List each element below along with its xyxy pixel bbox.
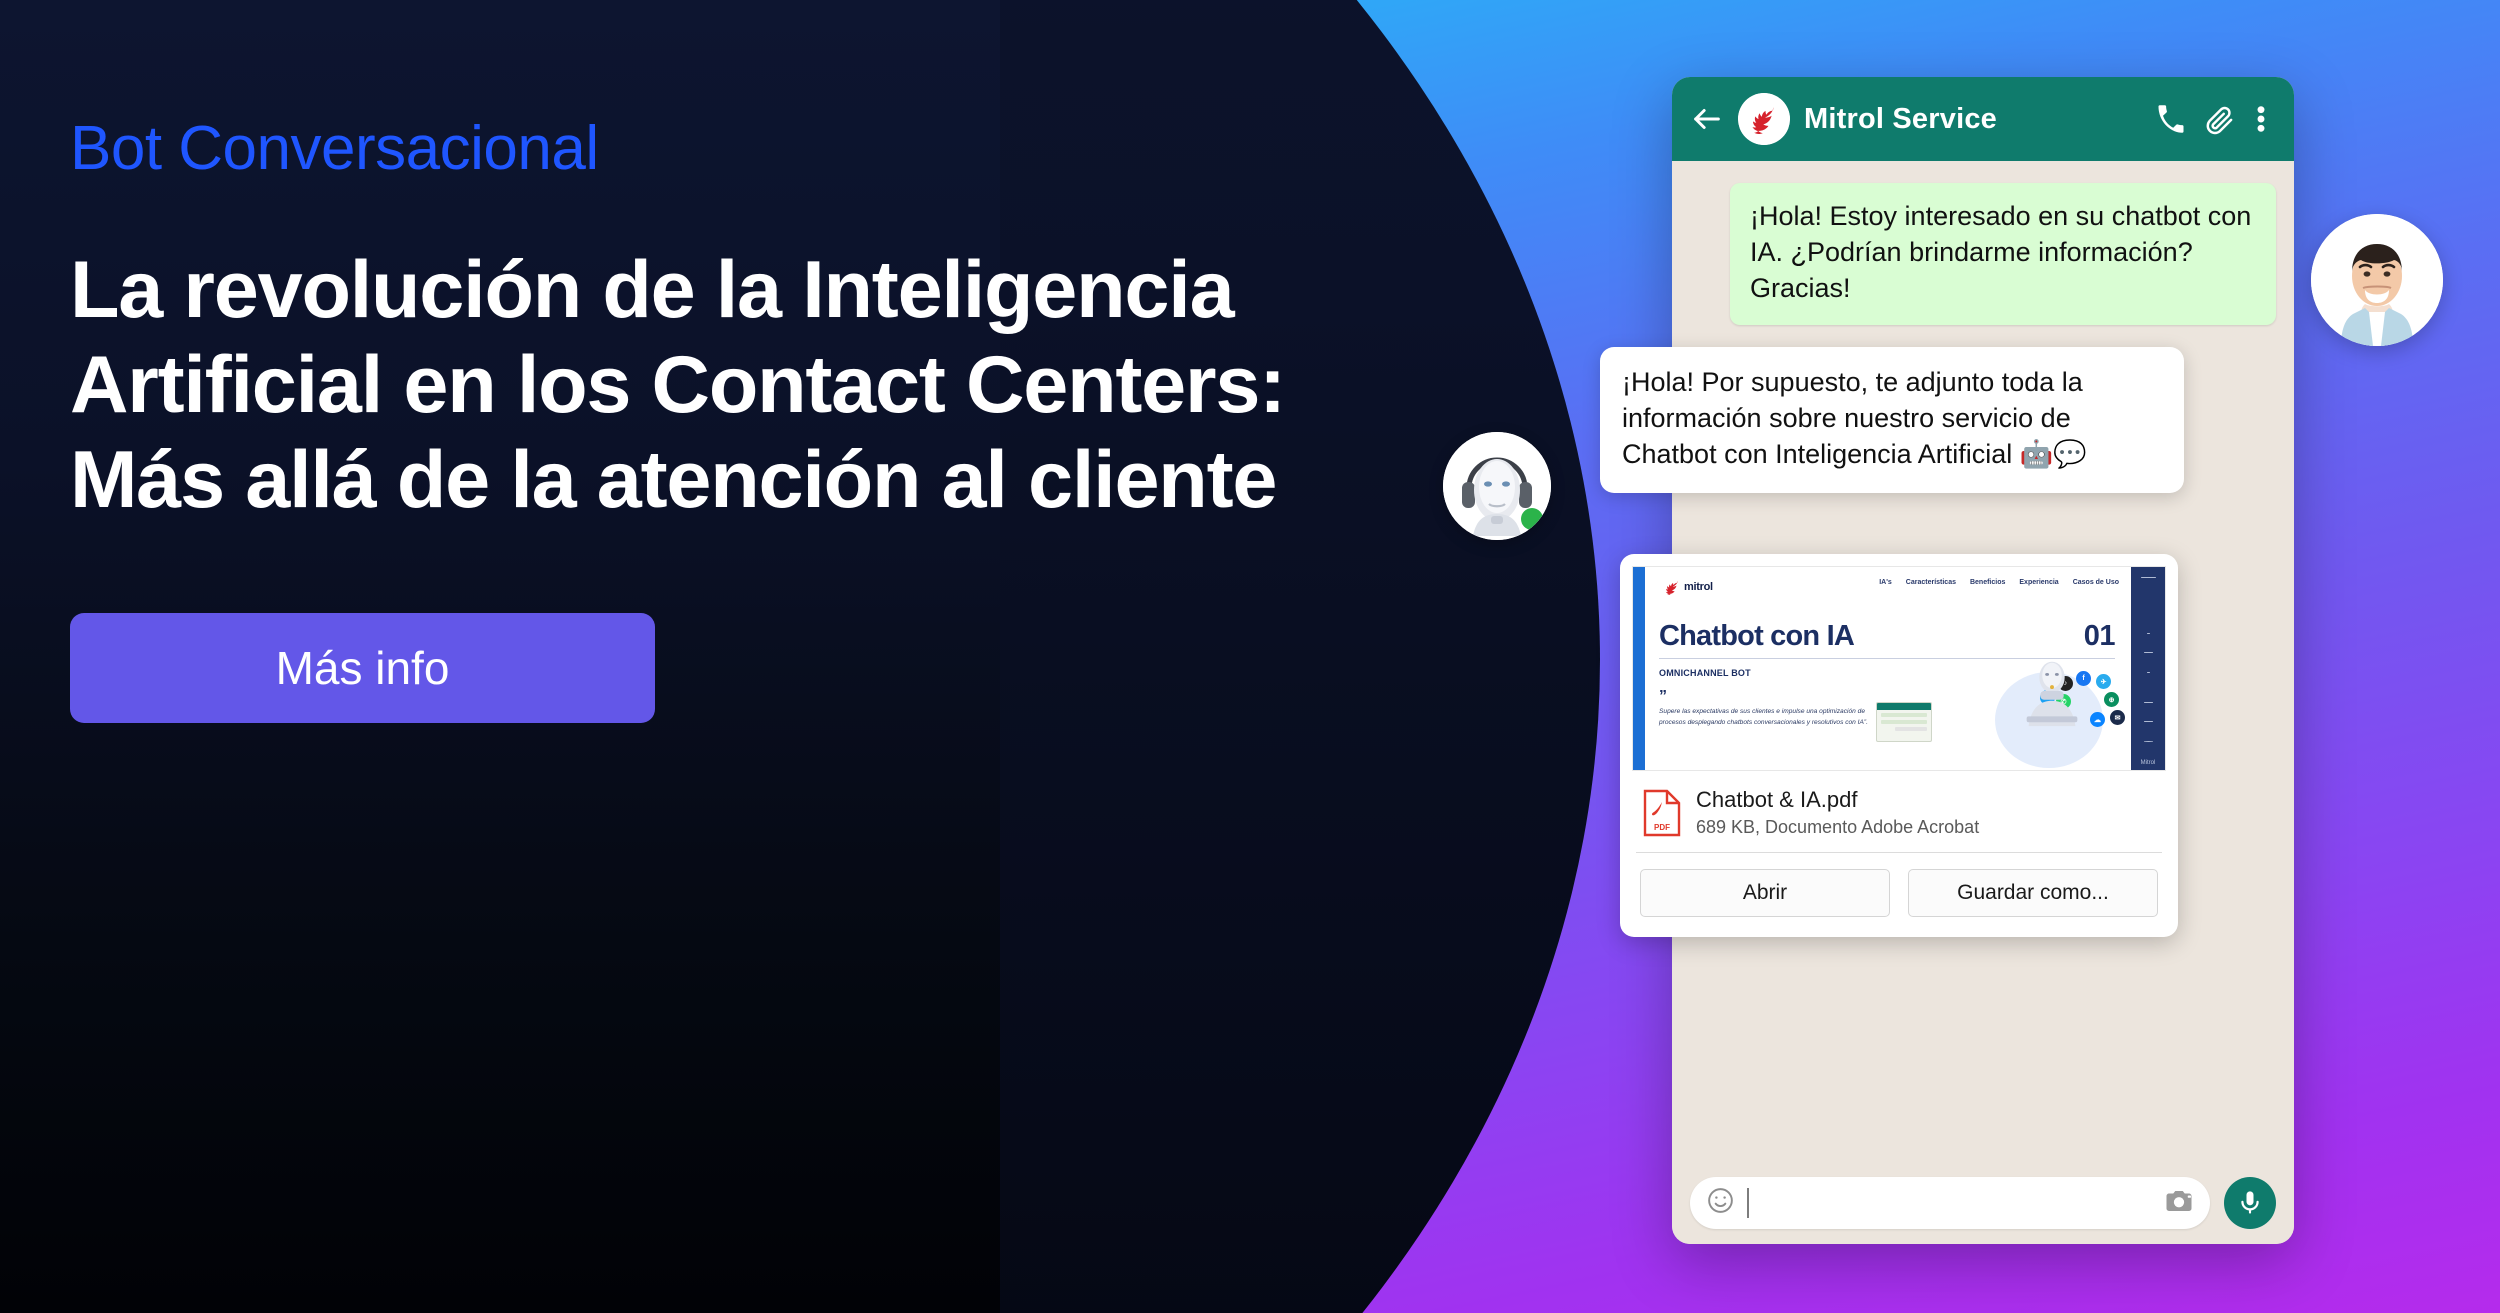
- pdf-quote-mark: ”: [1659, 688, 1667, 706]
- page-title: La revolución de la Inteligencia Artific…: [70, 245, 1286, 525]
- attachment-file-meta: 689 KB, Documento Adobe Acrobat: [1696, 817, 1980, 838]
- pdf-brand-name: mitrol: [1684, 581, 1713, 593]
- pdf-lower-section: OMNICHANNEL BOT ” Supere las expectativa…: [1659, 661, 2125, 768]
- pdf-section-number: 01: [2083, 620, 2116, 652]
- chat-composer-bar: [1672, 1162, 2294, 1244]
- svg-text:PDF: PDF: [1654, 823, 1670, 832]
- attachment-card[interactable]: mitrol IA's Características Beneficios E…: [1620, 554, 2178, 938]
- pdf-kicker: OMNICHANNEL BOT: [1659, 668, 1751, 678]
- toolbar-icon[interactable]: [2143, 701, 2153, 703]
- user-avatar: [2311, 214, 2443, 346]
- pdf-quote-text: Supere las expectativas de sus clientes …: [1659, 708, 1868, 726]
- left-content: Bot Conversacional La revolución de la I…: [70, 114, 1410, 724]
- pdf-nav-item: Beneficios: [1969, 579, 2006, 586]
- pdf-mini-chat-window: [1875, 702, 1932, 742]
- pdf-nav-item: Casos de Uso: [2072, 579, 2119, 586]
- phone-icon[interactable]: [2154, 102, 2188, 136]
- attachment-file-name: Chatbot & IA.pdf: [1696, 787, 1858, 812]
- eyebrow-label: Bot Conversacional: [70, 114, 599, 183]
- microphone-icon[interactable]: [2224, 1177, 2276, 1229]
- pdf-illustration: t ♪ f ✈ ✆ ⊕ ✉ ☁: [1872, 661, 2125, 768]
- chat-message-list: ¡Hola! Estoy interesado en su chatbot co…: [1600, 161, 2294, 1163]
- online-status-dot: [1521, 508, 1543, 530]
- text-caret: [1747, 1188, 1749, 1218]
- save-as-button[interactable]: Guardar como...: [1908, 869, 2158, 918]
- arrow-left-icon[interactable]: [1690, 102, 1724, 136]
- pdf-nav: IA's Características Beneficios Experien…: [1659, 579, 2121, 586]
- more-info-button[interactable]: Más info: [70, 613, 655, 724]
- chat-header: Mitrol Service: [1672, 77, 2294, 161]
- paperclip-icon[interactable]: [2202, 102, 2236, 136]
- toolbar-icon[interactable]: [2146, 671, 2150, 673]
- man-smiling-avatar: [2311, 214, 2443, 346]
- chat-contact-name: Mitrol Service: [1804, 102, 1997, 135]
- pdf-title-row: Chatbot con IA 01: [1659, 620, 2121, 653]
- chat-badge-icon: ☁: [2090, 712, 2105, 727]
- message-input[interactable]: [1747, 1186, 2152, 1220]
- message-bubble-incoming: ¡Hola! Por supuesto, te adjunto toda la …: [1600, 347, 2184, 493]
- whatsapp-toolbar-icon[interactable]: [2143, 740, 2153, 742]
- pdf-nav-item: IA's: [1879, 579, 1892, 586]
- web-badge-icon: ⊕: [2104, 692, 2119, 707]
- pdf-file-icon: PDF: [1643, 789, 1681, 836]
- pdf-side-toolbar: Mitrol: [2131, 567, 2165, 770]
- whatsapp-chat-panel: Mitrol Service ¡Hola! Estoy interesado e…: [1600, 77, 2294, 1244]
- message-bubble-outgoing: ¡Hola! Estoy interesado en su chatbot co…: [1730, 183, 2276, 325]
- toolbar-icon[interactable]: [2146, 632, 2150, 634]
- pdf-accent-bar: [1633, 567, 1645, 770]
- pdf-sidebar-label: Mitrol: [2140, 760, 2156, 767]
- pdf-nav-item: Experiencia: [2019, 579, 2059, 586]
- attachment-actions: Abrir Guardar como...: [1632, 853, 2166, 923]
- attachment-file-row: PDF Chatbot & IA.pdf 689 KB, Documento A…: [1632, 771, 2166, 852]
- pdf-preview-thumbnail: mitrol IA's Características Beneficios E…: [1632, 566, 2166, 771]
- pdf-nav-item: Características: [1905, 579, 1956, 586]
- open-file-button[interactable]: Abrir: [1640, 869, 1890, 918]
- hamburger-menu-icon[interactable]: [2140, 577, 2156, 578]
- telegram-badge-icon: ✈: [2096, 674, 2111, 689]
- pdf-heading: Chatbot con IA: [1659, 620, 1855, 652]
- camera-icon[interactable]: [2164, 1186, 2194, 1221]
- pdf-page-content: mitrol IA's Características Beneficios E…: [1645, 567, 2131, 770]
- mitrol-eagle-logo: [1738, 93, 1790, 145]
- mitrol-eagle-icon: [1665, 580, 1678, 595]
- three-dots-vertical-icon[interactable]: [2250, 102, 2272, 136]
- promo-banner: Bot Conversacional La revolución de la I…: [0, 0, 2500, 1313]
- message-input-wrapper[interactable]: [1690, 1177, 2210, 1229]
- smiley-face-icon[interactable]: [1706, 1186, 1735, 1220]
- bot-avatar: [1443, 432, 1551, 540]
- email-badge-icon: ✉: [2110, 710, 2125, 725]
- pdf-robot-illustration: [2026, 661, 2078, 726]
- toolbar-icon[interactable]: [2143, 721, 2153, 722]
- toolbar-icon[interactable]: [2143, 652, 2153, 653]
- pdf-brand-logo: mitrol: [1659, 579, 1713, 595]
